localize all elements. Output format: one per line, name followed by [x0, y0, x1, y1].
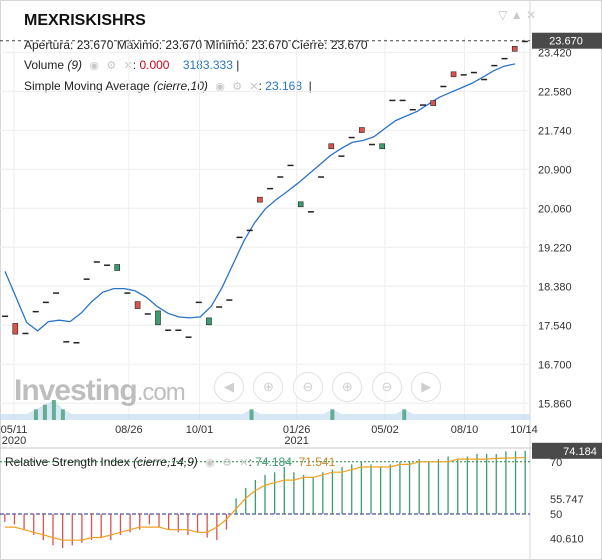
rsi-tick-label: 40.610 — [550, 534, 584, 546]
candle — [491, 64, 498, 67]
candle — [246, 229, 253, 232]
price-tick-label: 19.220 — [538, 242, 572, 254]
candle — [399, 99, 406, 102]
candle — [369, 143, 376, 146]
price-tick-label: 17.540 — [538, 320, 572, 332]
candle — [175, 329, 182, 331]
rsi-current-label: 74.184 — [563, 446, 597, 458]
price-tick-label: 16.700 — [538, 359, 572, 371]
rsi-tick-label: 50 — [550, 509, 562, 521]
candle — [93, 261, 100, 263]
candle — [430, 100, 436, 106]
candle — [226, 299, 233, 301]
candle — [155, 310, 161, 326]
price-tick-label: 18.380 — [538, 281, 572, 293]
candle — [42, 301, 49, 304]
candle — [277, 176, 284, 178]
candle — [450, 71, 457, 78]
time-tick-label: 05/02 — [371, 424, 399, 436]
price-tick-label: 23.420 — [538, 47, 572, 59]
volume-bar — [402, 409, 407, 420]
candle — [359, 127, 365, 133]
rsi-params: (cierre,14,9) — [133, 455, 198, 469]
candle — [22, 332, 29, 335]
candle — [257, 196, 263, 203]
price-tick-label: 22.580 — [538, 86, 572, 98]
candle — [307, 211, 314, 213]
candle — [206, 317, 212, 326]
candle — [470, 71, 477, 74]
candle — [2, 315, 9, 318]
time-tick-label: 10/14 — [510, 424, 538, 436]
candle — [12, 323, 19, 335]
rsi-legend: Relative Strength Index (cierre,14,9) ◉ … — [5, 455, 336, 469]
price-chart[interactable]: 15.860 16.700 17.540 18.380 19.220 20.060 20.9… — [0, 0, 602, 560]
volume-bar — [60, 409, 65, 420]
time-tick-year: 2021 — [284, 435, 308, 447]
candle — [389, 99, 396, 102]
candle — [297, 201, 304, 208]
zoom-in-icon[interactable]: ⊕ — [253, 372, 284, 402]
candle — [144, 313, 151, 315]
candle — [83, 278, 90, 280]
candle — [236, 236, 243, 239]
candle — [318, 176, 325, 178]
rsi-value: 74.184 — [255, 455, 292, 469]
volume-bar — [249, 409, 254, 420]
price-tick-label: 20.060 — [538, 203, 572, 215]
time-tick-label: 08/26 — [115, 424, 143, 436]
arrow-left-icon[interactable]: ◀ — [214, 372, 244, 402]
candle — [511, 45, 518, 52]
chart-frame — [0, 0, 602, 560]
candle — [287, 164, 294, 167]
volume-bar — [33, 409, 38, 420]
zoom-out-icon[interactable]: ⊖ — [371, 372, 402, 402]
candle — [195, 301, 202, 304]
candle — [114, 264, 121, 271]
candle — [104, 264, 111, 266]
candle — [267, 187, 274, 190]
candle — [409, 108, 416, 111]
close-icon[interactable]: ✕ — [239, 457, 248, 469]
candle — [134, 301, 141, 309]
candle — [73, 342, 80, 344]
candle — [185, 336, 192, 338]
candle — [419, 104, 426, 106]
candle — [328, 143, 335, 150]
candle — [165, 329, 172, 331]
candle — [216, 306, 223, 308]
rsi-signal-value: 71.541 — [298, 455, 336, 469]
time-tick-label: 08/10 — [451, 424, 479, 436]
candle — [481, 78, 488, 81]
candle — [124, 292, 131, 294]
candle — [53, 292, 60, 294]
eye-icon[interactable]: ◉ — [205, 457, 215, 469]
candle — [460, 74, 467, 76]
gear-icon[interactable]: ⚙ — [222, 457, 232, 469]
chart-nav[interactable]: ◀ ⊕ ⊖ ⊕ ⊖ ▶ — [214, 372, 446, 402]
current-price-label: 23.670 — [549, 36, 583, 48]
price-tick-label: 20.900 — [538, 164, 572, 176]
investing-logo: Investing.com — [14, 374, 186, 407]
time-tick-year: 2020 — [2, 435, 26, 447]
price-tick-label: 21.740 — [538, 125, 572, 137]
candle — [338, 155, 345, 157]
zoom-out-icon[interactable]: ⊖ — [292, 372, 323, 402]
candle — [440, 85, 447, 88]
candle — [501, 57, 508, 60]
candle — [32, 310, 39, 313]
rsi-tick-label: 55.747 — [550, 494, 584, 506]
volume-bar — [330, 409, 335, 420]
time-tick-label: 10/01 — [186, 424, 214, 436]
candle — [379, 143, 386, 150]
candle — [63, 341, 70, 343]
arrow-right-icon[interactable]: ▶ — [411, 372, 442, 402]
zoom-in-icon[interactable]: ⊕ — [332, 372, 363, 402]
price-tick-label: 15.860 — [538, 398, 572, 410]
candle — [348, 136, 355, 139]
rsi-label: Relative Strength Index — [5, 455, 130, 469]
